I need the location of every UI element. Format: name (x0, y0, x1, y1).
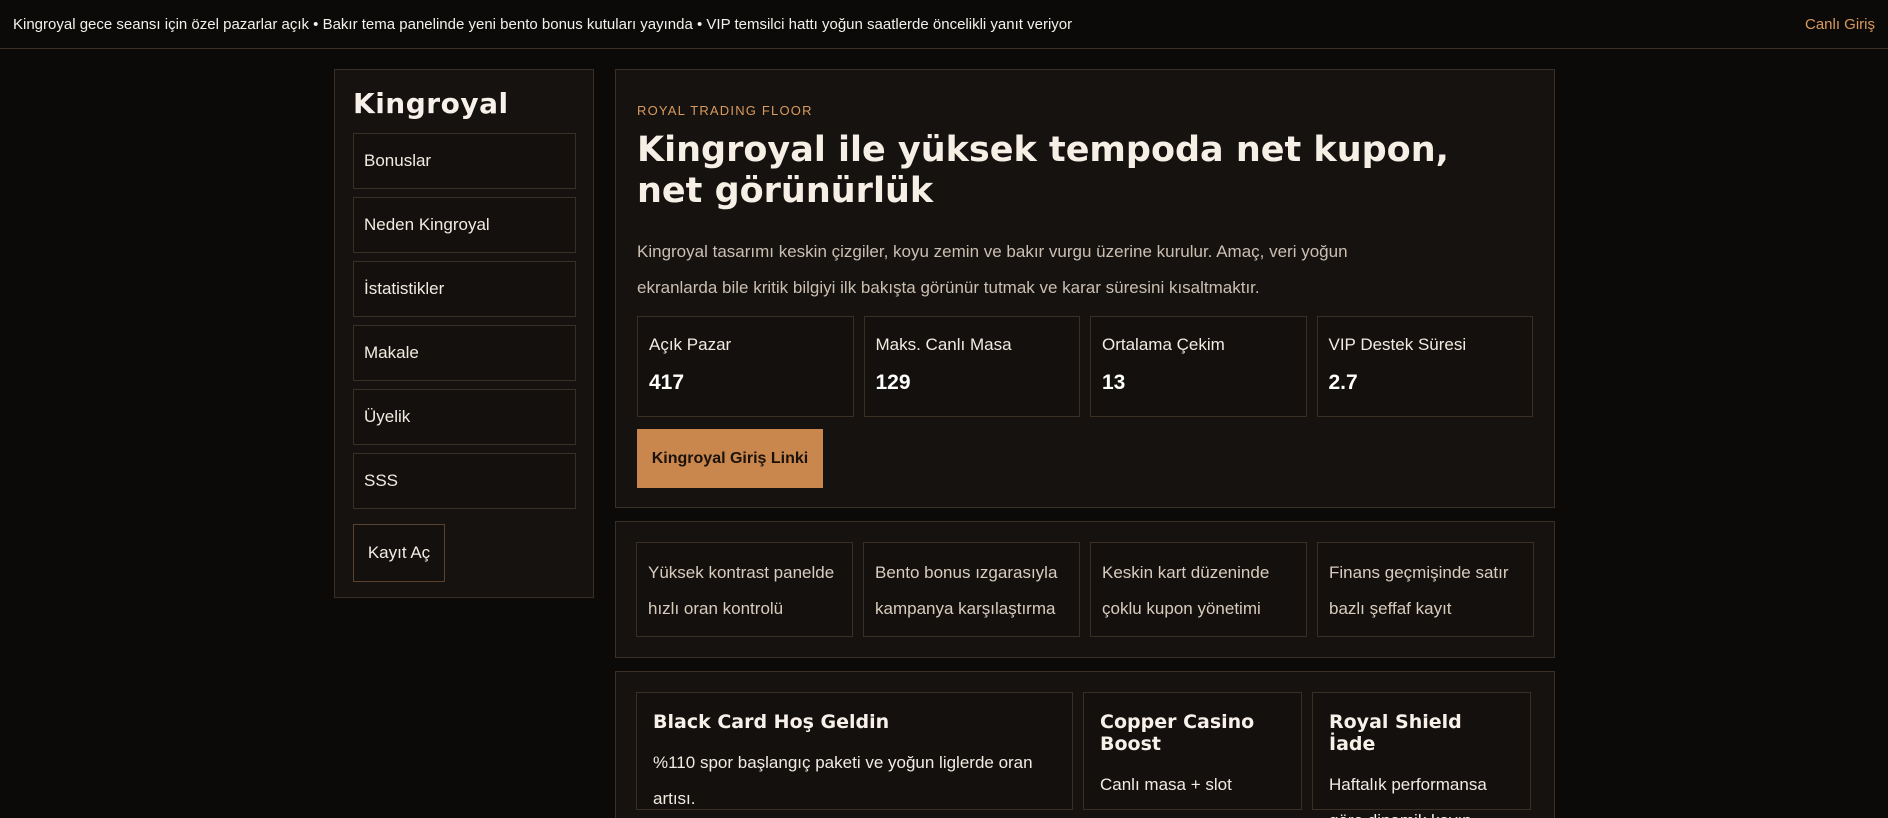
bonus-card[interactable]: Black Card Hoş Geldin %110 spor başlangı… (636, 692, 1073, 810)
stat-card: Açık Pazar 417 (637, 316, 854, 417)
hero-title: Kingroyal ile yüksek tempoda net kupon, … (637, 130, 1449, 211)
sidebar: Kingroyal Bonuslar Neden Kingroyal İstat… (334, 69, 594, 598)
stat-value: 129 (875, 371, 911, 394)
stat-label: Açık Pazar (649, 335, 732, 354)
feature-card: Finans geçmişinde satır bazlı şeffaf kay… (1317, 542, 1534, 637)
stat-card: Ortalama Çekim 13 (1090, 316, 1307, 417)
announcement-ticker: Kingroyal gece seansı için özel pazarlar… (13, 15, 1073, 33)
stat-label: Ortalama Çekim (1102, 335, 1225, 354)
bonus-text: Haftalık performansa göre dinamik kayıp (1329, 775, 1487, 818)
stat-value: 2.7 (1328, 371, 1358, 394)
bonus-text: %110 spor başlangıç paketi ve yoğun ligl… (653, 753, 1033, 808)
bonus-card[interactable]: Royal Shield İade Haftalık performansa g… (1312, 692, 1531, 818)
feature-card: Keskin kart düzeninde çoklu kupon yöneti… (1090, 542, 1307, 637)
feature-card: Bento bonus ızgarasıyla kampanya karşıla… (863, 542, 1080, 637)
sidebar-item-sss[interactable]: SSS (353, 453, 576, 509)
bonus-title: Copper Casino Boost (1100, 711, 1255, 755)
brand-logo[interactable]: Kingroyal (353, 88, 575, 124)
announcement-bar: Kingroyal gece seansı için özel pazarlar… (0, 0, 1888, 49)
stat-value: 13 (1102, 371, 1126, 394)
stat-label: VIP Destek Süresi (1328, 335, 1467, 354)
bonus-card[interactable]: Copper Casino Boost Canlı masa + slot (1083, 692, 1302, 810)
feature-card: Yüksek kontrast panelde hızlı oran kontr… (636, 542, 853, 637)
stats-row: Açık Pazar 417 Maks. Canlı Masa 129 Orta… (637, 316, 1533, 417)
live-login-link[interactable]: Canlı Giriş (1805, 16, 1875, 33)
sidebar-item-istatistikler[interactable]: İstatistikler (353, 261, 576, 317)
stat-label: Maks. Canlı Masa (875, 335, 1012, 354)
signup-button[interactable]: Kayıt Aç (353, 524, 445, 582)
stat-card: Maks. Canlı Masa 129 (863, 316, 1080, 417)
bonus-text: Canlı masa + slot (1100, 775, 1232, 794)
hero-panel: ROYAL TRADING FLOOR Kingroyal ile yüksek… (615, 69, 1555, 508)
sidebar-item-makale[interactable]: Makale (353, 325, 576, 381)
features-panel: Yüksek kontrast panelde hızlı oran kontr… (615, 521, 1555, 658)
sidebar-item-uyelik[interactable]: Üyelik (353, 389, 576, 445)
login-link-button[interactable]: Kingroyal Giriş Linki (637, 429, 823, 488)
bonus-title: Black Card Hoş Geldin (653, 711, 890, 733)
hero-description: Kingroyal tasarımı keskin çizgiler, koyu… (637, 242, 1348, 297)
bonus-title: Royal Shield İade (1329, 711, 1462, 755)
hero-eyebrow: ROYAL TRADING FLOOR (637, 103, 813, 118)
bonuses-panel: Black Card Hoş Geldin %110 spor başlangı… (615, 671, 1555, 818)
stat-value: 417 (649, 371, 685, 394)
sidebar-item-bonuslar[interactable]: Bonuslar (353, 133, 576, 189)
sidebar-item-neden-kingroyal[interactable]: Neden Kingroyal (353, 197, 576, 253)
stat-card: VIP Destek Süresi 2.7 (1316, 316, 1533, 417)
